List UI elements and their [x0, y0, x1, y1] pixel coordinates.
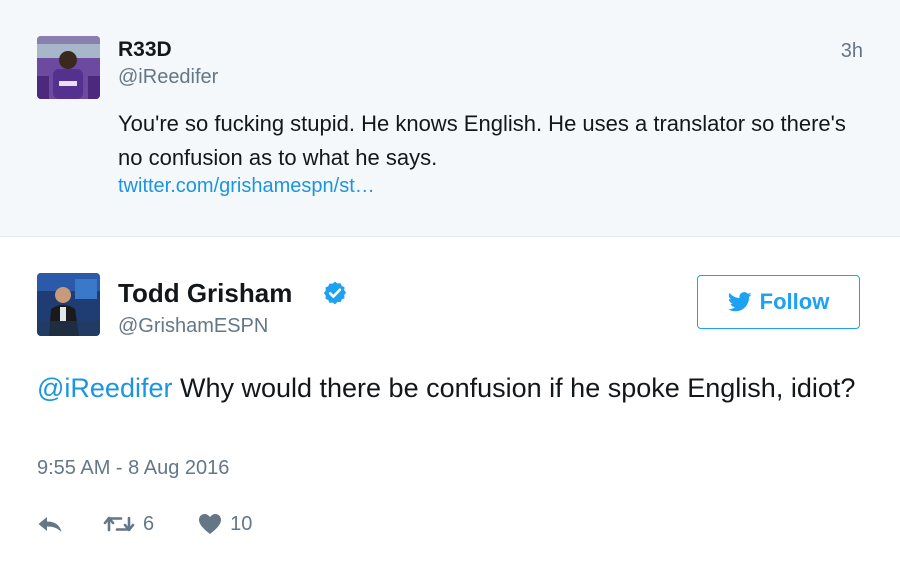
tweet-link[interactable]: twitter.com/grishamespn/st… — [118, 175, 375, 198]
avatar-image — [37, 273, 100, 336]
reply-button[interactable] — [37, 514, 63, 534]
heart-icon — [199, 514, 222, 534]
retweet-icon — [103, 516, 135, 532]
like-button[interactable]: 10 — [198, 513, 252, 536]
tweet-text: You're so fucking stupid. He knows Engli… — [118, 111, 846, 170]
like-count: 10 — [230, 512, 253, 535]
mention-link[interactable]: @iReedifer — [37, 373, 172, 403]
twitter-bird-icon — [727, 292, 752, 312]
avatar[interactable] — [37, 36, 100, 99]
retweet-button[interactable]: 6 — [103, 513, 154, 536]
follow-label: Follow — [759, 289, 830, 314]
user-handle[interactable]: @GrishamESPN — [118, 315, 268, 338]
tweet-text: @iReedifer Why would there be confusion … — [37, 368, 867, 408]
user-handle[interactable]: @iReedifer — [118, 66, 218, 89]
retweet-count: 6 — [143, 512, 155, 535]
reply-arrow-icon — [38, 517, 62, 532]
tweet-timestamp[interactable]: 9:55 AM - 8 Aug 2016 — [37, 457, 229, 480]
tweet-body: Why would there be confusion if he spoke… — [172, 373, 856, 403]
reply-tweet: R33D @iReedifer 3h You're so fucking stu… — [0, 0, 900, 237]
user-name[interactable]: R33D — [118, 38, 172, 62]
follow-button[interactable]: Follow — [697, 275, 860, 329]
avatar[interactable] — [37, 273, 100, 336]
tweet-time[interactable]: 3h — [841, 40, 863, 63]
tweet-actions: 6 10 — [37, 508, 252, 540]
user-name[interactable]: Todd Grisham — [118, 278, 292, 309]
verified-badge-icon — [323, 281, 347, 305]
avatar-image — [37, 36, 100, 99]
